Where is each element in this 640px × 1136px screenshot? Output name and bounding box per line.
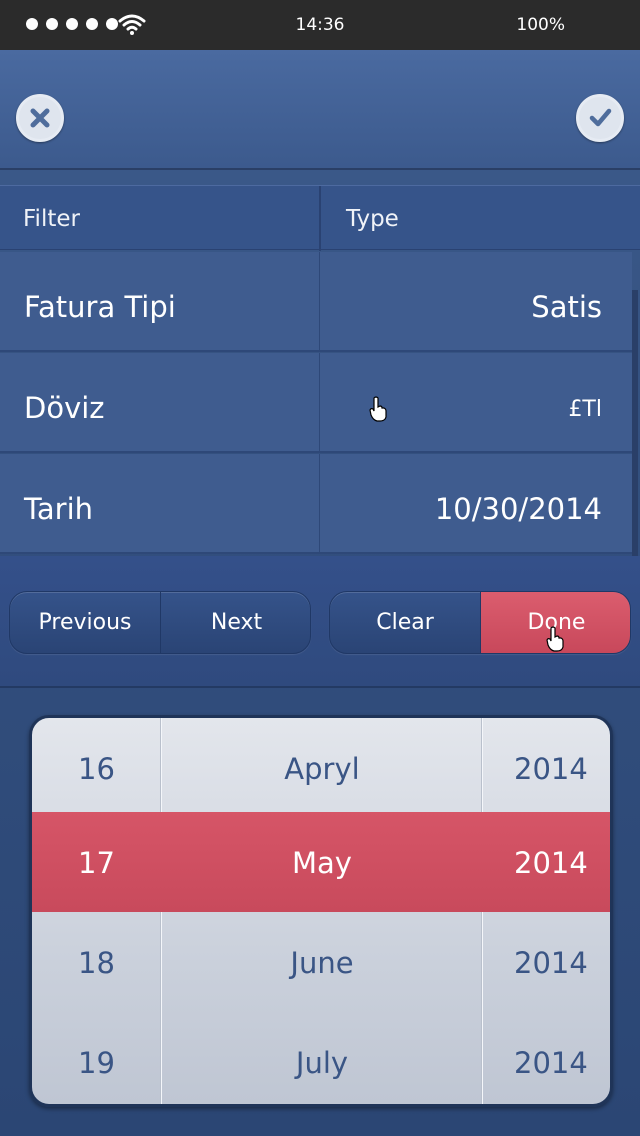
battery-level: 100% [516,15,565,35]
picker-year: 2014 [514,1046,588,1080]
filter-row-label: Fatura Tipi [24,290,176,324]
next-button[interactable]: Next [161,592,310,653]
column-divider [319,186,321,251]
navigation-segment: Previous Next [9,591,311,654]
column-header-filter: Filter [23,206,80,232]
scrollbar[interactable] [632,290,638,556]
filter-row-value: £Tl [568,397,602,422]
picker-row[interactable]: 16 Apryl 2014 [32,718,610,818]
filter-row-tarih[interactable]: Tarih 10/30/2014 [0,454,632,554]
header-bar [0,50,640,170]
confirm-button[interactable] [576,94,624,142]
filter-row-doviz[interactable]: Döviz £Tl [0,353,632,453]
check-icon [586,104,614,132]
picker-row[interactable]: 18 June 2014 [32,912,610,1012]
column-header-type: Type [346,206,399,232]
filter-row-label: Döviz [24,391,105,425]
hand-cursor-icon [369,396,387,422]
picker-year: 2014 [514,846,588,880]
previous-button[interactable]: Previous [10,592,161,653]
picker-year: 2014 [514,946,588,980]
close-button[interactable] [16,94,64,142]
picker-row[interactable]: 19 July 2014 [32,1012,610,1104]
keyboard-toolbar: Previous Next Clear Done [0,556,640,688]
filter-row-fatura-tipi[interactable]: Fatura Tipi Satis [0,252,632,352]
filter-row-value: Satis [531,290,602,324]
hand-cursor-icon [546,626,564,652]
filter-row-label: Tarih [24,492,94,526]
clear-button[interactable]: Clear [330,592,481,653]
action-segment: Clear Done [329,591,631,654]
picker-year: 2014 [514,752,588,786]
picker-row-selected[interactable]: 17 May 2014 [32,812,610,912]
filter-row-value: 10/30/2014 [434,492,602,526]
filter-table: Fatura Tipi Satis Döviz £Tl Tarih 10/30/… [0,252,632,556]
close-icon [26,104,54,132]
status-bar: 14:36 100% [0,0,640,50]
filter-table-header: Filter Type [0,185,640,251]
date-picker[interactable]: 16 Apryl 2014 17 May 2014 18 June 2014 1… [29,715,613,1107]
